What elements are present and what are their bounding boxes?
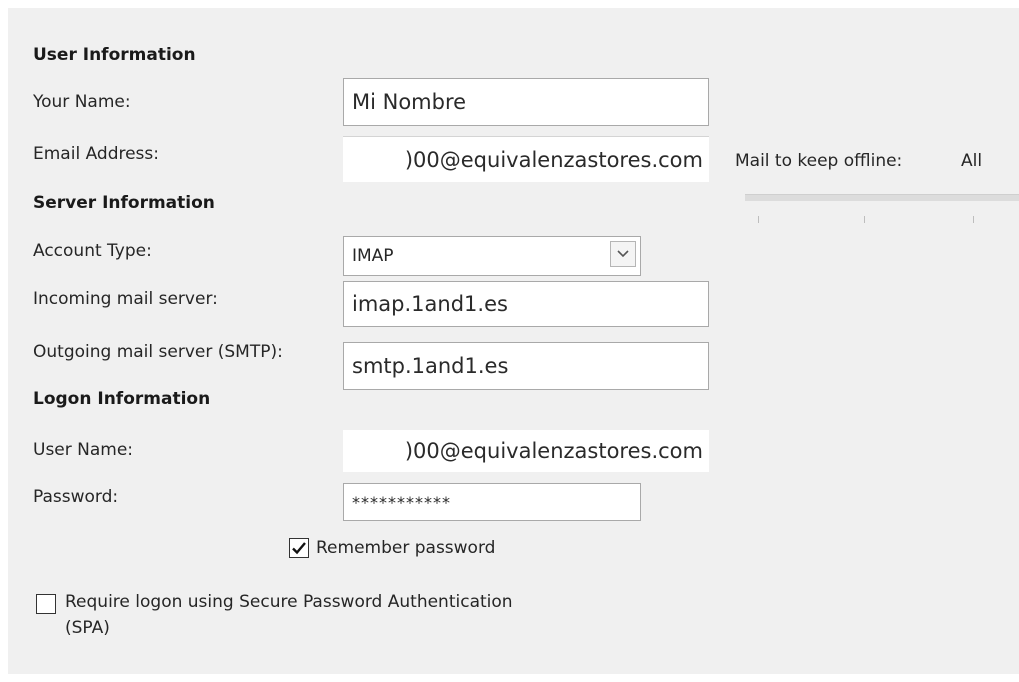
outgoing-mail-server-field[interactable]: smtp.1and1.es bbox=[343, 342, 709, 390]
mail-to-keep-offline-value: All bbox=[961, 151, 983, 171]
section-heading-server-information: Server Information bbox=[33, 193, 215, 213]
your-name-label: Your Name: bbox=[33, 92, 131, 112]
offline-slider-track[interactable] bbox=[745, 194, 1019, 201]
spa-label-line1: Require logon using Secure Password Auth… bbox=[65, 592, 513, 612]
account-settings-panel: User Information Your Name: Mi Nombre Em… bbox=[8, 8, 1019, 674]
password-label: Password: bbox=[33, 487, 119, 507]
incoming-mail-server-label: Incoming mail server: bbox=[33, 289, 218, 309]
remember-password-label: Remember password bbox=[316, 538, 496, 558]
email-address-field[interactable]: )00@equivalenzastores.com bbox=[343, 136, 709, 182]
outgoing-mail-server-value: smtp.1and1.es bbox=[352, 354, 509, 378]
account-type-value: IMAP bbox=[352, 246, 394, 266]
user-name-value: )00@equivalenzastores.com bbox=[404, 439, 703, 463]
chevron-down-icon[interactable] bbox=[610, 241, 636, 267]
section-heading-user-information: User Information bbox=[33, 45, 196, 65]
offline-slider-tick bbox=[758, 216, 759, 223]
incoming-mail-server-value: imap.1and1.es bbox=[352, 292, 508, 316]
user-name-field[interactable]: )00@equivalenzastores.com bbox=[343, 430, 709, 472]
user-name-label: User Name: bbox=[33, 440, 134, 460]
spa-checkbox[interactable] bbox=[36, 594, 56, 614]
outgoing-mail-server-label: Outgoing mail server (SMTP): bbox=[33, 342, 283, 362]
email-address-label: Email Address: bbox=[33, 144, 159, 164]
email-address-value: )00@equivalenzastores.com bbox=[404, 147, 703, 172]
account-type-label: Account Type: bbox=[33, 241, 152, 261]
password-value: *********** bbox=[352, 492, 451, 512]
offline-slider-tick bbox=[973, 216, 974, 223]
your-name-field[interactable]: Mi Nombre bbox=[343, 78, 709, 126]
password-field[interactable]: *********** bbox=[343, 483, 641, 521]
offline-slider-tick bbox=[864, 216, 865, 223]
section-heading-logon-information: Logon Information bbox=[33, 389, 211, 409]
mail-to-keep-offline-label: Mail to keep offline: bbox=[735, 151, 903, 171]
remember-password-checkbox[interactable] bbox=[289, 538, 309, 558]
checkmark-icon bbox=[292, 542, 306, 555]
your-name-value: Mi Nombre bbox=[352, 90, 467, 114]
incoming-mail-server-field[interactable]: imap.1and1.es bbox=[343, 281, 709, 327]
spa-label-line2: (SPA) bbox=[65, 618, 110, 638]
account-type-select[interactable]: IMAP bbox=[343, 236, 641, 276]
